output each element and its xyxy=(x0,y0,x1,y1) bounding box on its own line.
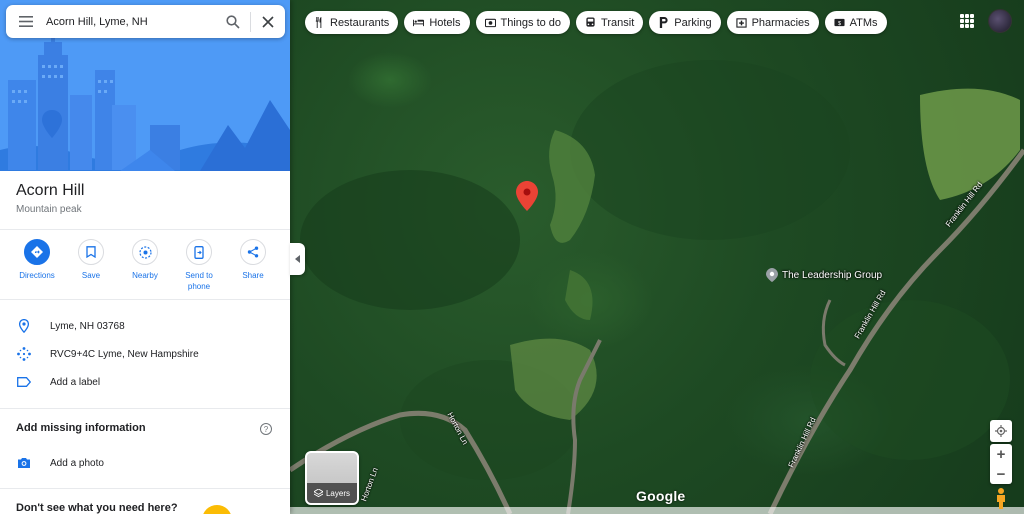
directions-button[interactable]: Directions xyxy=(12,239,62,292)
camera-icon xyxy=(18,458,30,468)
transit-icon xyxy=(586,17,595,27)
satellite-map[interactable]: The Leadership Group Franklin Hill Rd Fr… xyxy=(290,0,1024,514)
hamburger-menu-icon xyxy=(19,16,33,27)
feedback-badge[interactable] xyxy=(202,505,232,514)
layers-button[interactable]: Layers xyxy=(305,451,359,505)
address-row[interactable]: Lyme, NH 03768 xyxy=(0,312,290,340)
place-category: Mountain peak xyxy=(16,204,82,215)
place-title: Acorn Hill xyxy=(16,182,85,199)
divider xyxy=(0,299,290,300)
layers-icon xyxy=(313,488,323,497)
restaurant-icon xyxy=(315,17,322,28)
close-icon xyxy=(262,15,274,28)
add-photo-row[interactable]: Add a photo xyxy=(0,449,290,477)
parking-icon xyxy=(660,17,668,28)
directions-icon xyxy=(31,246,43,258)
save-button[interactable]: Save xyxy=(66,239,116,292)
zoom-in-button[interactable]: + xyxy=(990,444,1012,464)
location-pin-icon xyxy=(19,319,29,333)
poi-marker[interactable]: The Leadership Group xyxy=(766,268,882,282)
action-buttons: Directions Save Nearby Send to phone Sha… xyxy=(12,239,278,292)
feedback-heading: Don't see what you need here? xyxy=(16,502,178,514)
chip-things-to-do[interactable]: Things to do xyxy=(475,11,571,34)
pegman-icon[interactable] xyxy=(992,487,1010,509)
divider xyxy=(0,229,290,230)
avatar[interactable] xyxy=(988,9,1012,33)
search-icon xyxy=(226,14,240,29)
pharmacy-icon xyxy=(735,18,747,28)
crosshair-icon xyxy=(995,425,1007,437)
phone-icon xyxy=(194,245,204,259)
plus-code-text: RVC9+4C Lyme, New Hampshire xyxy=(50,348,199,360)
chip-atms[interactable]: $ ATMs xyxy=(824,11,887,34)
chip-parking[interactable]: Parking xyxy=(649,11,721,34)
add-label-text: Add a label xyxy=(50,376,101,388)
nearby-icon xyxy=(138,245,152,259)
layers-label: Layers xyxy=(325,488,350,498)
place-panel: Acorn Hill, Lyme, NH Acorn Hill Mountain… xyxy=(0,0,290,514)
clear-search-button[interactable] xyxy=(251,5,285,38)
label-icon xyxy=(17,377,31,387)
camera-icon xyxy=(484,18,496,28)
divider xyxy=(0,488,290,489)
hotel-icon xyxy=(413,19,425,27)
nearby-button[interactable]: Nearby xyxy=(120,239,170,292)
chip-hotels[interactable]: Hotels xyxy=(404,11,470,34)
add-photo-text: Add a photo xyxy=(50,457,104,469)
poi-pin-icon xyxy=(766,268,778,282)
missing-info-heading: Add missing information xyxy=(16,422,146,434)
chip-transit[interactable]: Transit xyxy=(576,11,644,34)
menu-button[interactable] xyxy=(6,5,46,38)
search-input[interactable]: Acorn Hill, Lyme, NH xyxy=(46,16,216,28)
google-logo: Google xyxy=(636,488,686,504)
svg-text:$: $ xyxy=(838,21,841,27)
divider xyxy=(0,408,290,409)
plus-code-icon xyxy=(17,347,31,361)
chip-restaurants[interactable]: Restaurants xyxy=(305,11,399,34)
location-pin-icon[interactable] xyxy=(516,181,538,211)
help-icon[interactable]: ? xyxy=(260,423,272,435)
share-icon xyxy=(247,246,259,258)
chip-pharmacies[interactable]: Pharmacies xyxy=(726,11,819,34)
category-chips: Restaurants Hotels Things to do Transit … xyxy=(305,11,887,34)
poi-label[interactable]: The Leadership Group xyxy=(782,270,882,281)
plus-code-row[interactable]: RVC9+4C Lyme, New Hampshire xyxy=(0,340,290,368)
collapse-panel-button[interactable] xyxy=(290,243,305,275)
share-button[interactable]: Share xyxy=(228,239,278,292)
my-location-button[interactable] xyxy=(990,420,1012,442)
map-terrain xyxy=(290,60,1024,514)
search-box[interactable]: Acorn Hill, Lyme, NH xyxy=(6,5,285,38)
search-button[interactable] xyxy=(216,5,250,38)
bookmark-icon xyxy=(86,246,96,258)
add-label-row[interactable]: Add a label xyxy=(0,368,290,396)
map-attribution-bar xyxy=(290,507,1024,514)
zoom-out-button[interactable]: − xyxy=(990,464,1012,484)
zoom-controls: + − xyxy=(990,444,1012,484)
atm-icon: $ xyxy=(834,18,845,27)
address-text: Lyme, NH 03768 xyxy=(50,320,125,332)
chevron-left-icon xyxy=(294,255,300,263)
apps-grid-icon[interactable] xyxy=(960,14,974,28)
send-to-phone-button[interactable]: Send to phone xyxy=(174,239,224,292)
